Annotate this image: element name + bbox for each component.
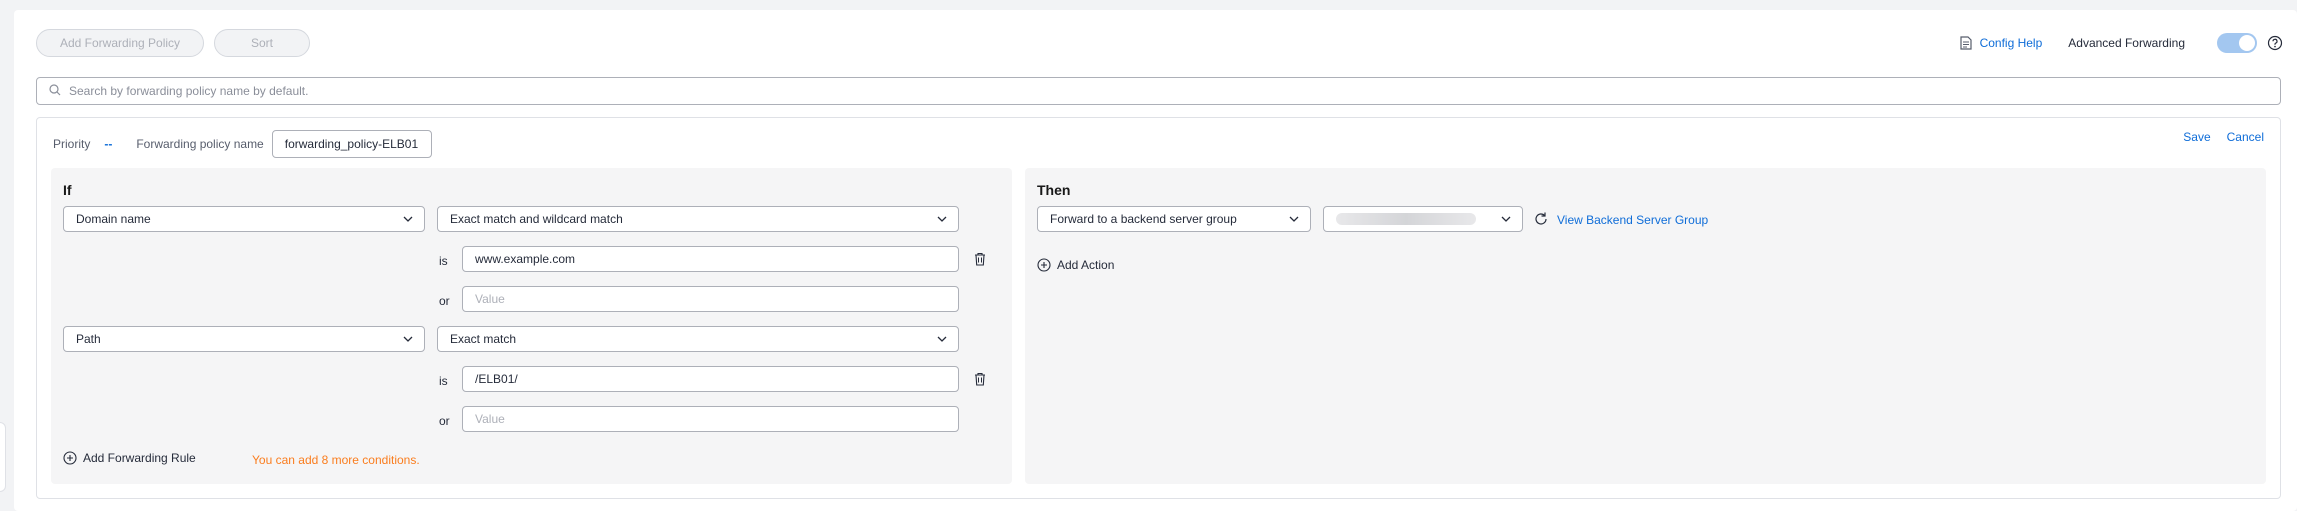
blurred-value (1336, 213, 1476, 225)
advanced-forwarding-toggle[interactable] (2217, 33, 2257, 53)
refresh-icon[interactable] (1533, 211, 1549, 227)
chevron-down-icon (1501, 216, 1511, 222)
or-label: or (439, 294, 450, 308)
chevron-down-icon (403, 336, 413, 342)
policy-actions: Save Cancel (2183, 130, 2264, 144)
action-select[interactable]: Forward to a backend server group (1037, 206, 1311, 232)
plus-circle-icon (63, 451, 77, 465)
is-label: is (439, 374, 448, 388)
rule-type-select[interactable]: Domain name (63, 206, 425, 232)
match-type-value: Exact match and wildcard match (450, 212, 623, 226)
help-icon[interactable] (2267, 35, 2283, 51)
add-forwarding-policy-button[interactable]: Add Forwarding Policy (36, 29, 204, 57)
chevron-down-icon (937, 216, 947, 222)
add-forwarding-rule-label: Add Forwarding Rule (83, 451, 196, 465)
page: Add Forwarding Policy Sort Config Help A… (14, 10, 2297, 511)
priority-label: Priority (53, 137, 91, 151)
policy-name-input[interactable]: forwarding_policy-ELB01 (271, 130, 432, 158)
rule-or-value-input[interactable]: Value (462, 406, 959, 432)
toggle-knob (2239, 35, 2255, 51)
config-help-label[interactable]: Config Help (1980, 36, 2043, 50)
rule-value-input[interactable]: /ELB01/ (462, 366, 959, 392)
search-box[interactable] (36, 77, 2281, 105)
policy-header: Priority -- Forwarding policy name forwa… (53, 130, 432, 158)
chevron-down-icon (403, 216, 413, 222)
rule-type-select[interactable]: Path (63, 326, 425, 352)
rule-or-value-input[interactable]: Value (462, 286, 959, 312)
backend-server-group-select[interactable] (1323, 206, 1523, 232)
rule-value-input[interactable]: www.example.com (462, 246, 959, 272)
then-panel: Then Forward to a backend server group V… (1025, 168, 2266, 484)
advanced-forwarding-label: Advanced Forwarding (2068, 36, 2185, 50)
search-icon (49, 83, 61, 99)
add-action-label: Add Action (1057, 258, 1115, 272)
match-type-select[interactable]: Exact match and wildcard match (437, 206, 959, 232)
action-value: Forward to a backend server group (1050, 212, 1237, 226)
add-action-button[interactable]: Add Action (1037, 258, 1114, 272)
cancel-button[interactable]: Cancel (2227, 130, 2264, 144)
or-label: or (439, 414, 450, 428)
trash-icon[interactable] (973, 252, 987, 266)
conditions-hint: You can add 8 more conditions. (252, 453, 420, 467)
side-drawer-handle[interactable] (0, 422, 6, 492)
plus-circle-icon (1037, 258, 1051, 272)
trash-icon[interactable] (973, 372, 987, 386)
if-panel: If Domain name Exact match and wildcard … (51, 168, 1012, 484)
match-type-select[interactable]: Exact match (437, 326, 959, 352)
view-backend-server-group-link[interactable]: View Backend Server Group (1557, 213, 1708, 227)
save-button[interactable]: Save (2183, 130, 2210, 144)
then-title: Then (1037, 182, 1071, 198)
chevron-down-icon (937, 336, 947, 342)
policy-name-label: Forwarding policy name (136, 137, 264, 151)
if-title: If (63, 182, 72, 198)
is-label: is (439, 254, 448, 268)
search-input[interactable] (69, 84, 2280, 98)
policy-card: Priority -- Forwarding policy name forwa… (36, 117, 2281, 499)
chevron-down-icon (1289, 216, 1299, 222)
sort-button[interactable]: Sort (214, 29, 310, 57)
config-help-link[interactable]: Config Help (1959, 36, 2043, 50)
toolbar-right: Config Help Advanced Forwarding (1959, 32, 2283, 54)
match-type-value: Exact match (450, 332, 517, 346)
rule-type-value: Domain name (76, 212, 151, 226)
add-forwarding-rule-button[interactable]: Add Forwarding Rule (63, 451, 196, 465)
document-icon (1959, 36, 1974, 50)
rule-type-value: Path (76, 332, 101, 346)
priority-value[interactable]: -- (104, 137, 112, 151)
